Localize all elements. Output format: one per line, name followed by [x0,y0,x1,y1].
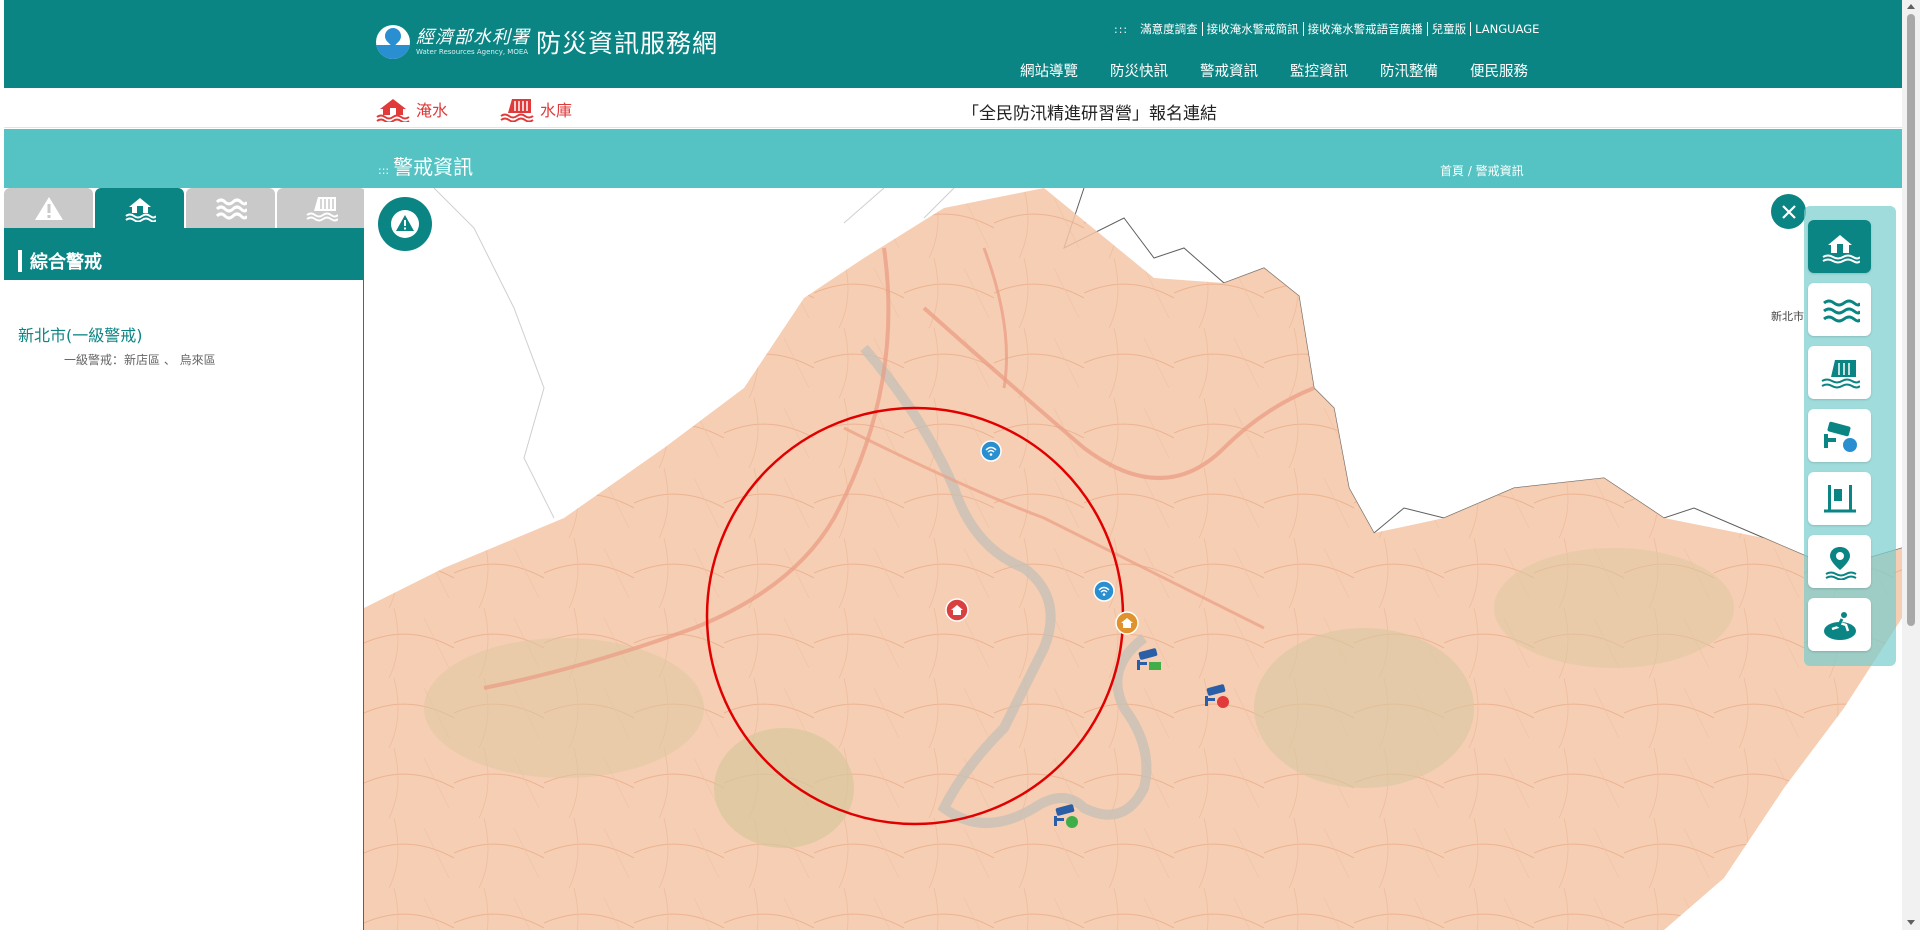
util-link-sms[interactable]: 接收淹水警戒簡訊 [1203,22,1304,36]
cctv-camera-icon[interactable] [1135,644,1165,674]
util-link-kids[interactable]: 兒童版 [1428,22,1472,36]
site-header: 經濟部水利署 Water Resources Agency, MOEA 防災資訊… [4,0,1902,88]
layer-button-reservoir[interactable] [1808,346,1871,399]
wifi-sensor-icon[interactable] [980,440,1002,462]
warning-city-link[interactable]: 新北市(一級警戒) [18,322,143,346]
layer-button-cctv[interactable] [1808,409,1871,462]
tab-water-level[interactable] [186,188,275,228]
reservoir-icon [1820,359,1860,388]
site-title: 防災資訊服務網 [536,29,719,58]
accesskey-dots[interactable]: ::: [1114,23,1128,36]
layer-button-evacuation[interactable] [1808,598,1871,651]
tab-flood[interactable] [95,188,184,228]
utility-links: ::: 滿意度調查 接收淹水警戒簡訊 接收淹水警戒語音廣播 兒童版 LANGUA… [1114,22,1543,36]
announcement-link[interactable]: 「全民防汛精進研習營」報名連結 [962,99,1217,124]
warning-detail: 一級警戒：新店區 、 烏來區 [64,353,216,367]
layer-button-flood[interactable] [1808,220,1871,273]
map-base-layer [364,188,1902,930]
warning-sidebar: 綜合警戒 新北市(一級警戒) 一級警戒：新店區 、 烏來區 [4,188,366,930]
warning-tabs [4,188,366,228]
util-link-survey[interactable]: 滿意度調查 [1136,22,1203,36]
agency-name: 經濟部水利署 [416,27,530,48]
summary-title: 綜合警戒 [30,252,102,273]
reservoir-icon [305,197,338,222]
nav-item-sitemap[interactable]: 網站導覽 [1020,60,1078,81]
page-scrollbar[interactable] [1902,0,1920,930]
map-layer-panel [1804,206,1896,666]
cctv-camera-icon[interactable] [1203,680,1233,710]
wifi-sensor-icon[interactable] [1093,580,1115,602]
quick-link-flood[interactable]: 淹水 [376,96,448,122]
nav-item-warning[interactable]: 警戒資訊 [1200,60,1258,81]
reservoir-icon [500,99,534,122]
nav-item-services[interactable]: 便民服務 [1470,60,1528,81]
map-warning-button[interactable] [378,197,432,251]
layer-button-water-gauge[interactable] [1808,472,1871,525]
map-city-label: 新北市 [1771,310,1804,323]
water-gauge-icon [1823,484,1856,512]
quick-link-flood-label: 淹水 [416,101,449,120]
evacuation-icon [1823,611,1856,640]
util-link-voice[interactable]: 接收淹水警戒語音廣播 [1304,22,1428,36]
layer-button-water-level[interactable] [1808,283,1871,336]
quick-link-reservoir-label: 水庫 [540,101,573,120]
nav-item-news[interactable]: 防災快訊 [1110,60,1168,81]
tab-warning[interactable] [4,188,93,228]
location-water-icon [1824,546,1857,580]
scroll-thumb[interactable] [1907,14,1915,626]
map-view[interactable]: 新北市 [364,188,1902,930]
agency-name-en: Water Resources Agency, MOEA [416,48,529,56]
quick-bar: 淹水 水庫 「全民防汛精進研習營」報名連結 [4,88,1902,128]
cctv-camera-icon[interactable] [1052,800,1082,830]
flood-house-icon[interactable] [1115,611,1139,635]
title-dots: ::: [378,164,390,177]
cctv-camera-icon [1823,421,1857,452]
flood-house-icon [376,99,410,122]
close-button[interactable] [1771,194,1806,229]
page-title: ::: 警戒資訊 [378,151,473,180]
flood-house-icon [1821,234,1860,263]
nav-item-preparation[interactable]: 防汛整備 [1380,60,1438,81]
breadcrumb[interactable]: 首頁 / 警戒資訊 [1440,162,1524,179]
scroll-down-arrow[interactable] [1907,920,1915,925]
page-title-text: 警戒資訊 [393,155,474,179]
agency-logo-icon [376,25,410,59]
layer-button-location[interactable] [1808,535,1871,588]
nav-item-monitor[interactable]: 監控資訊 [1290,60,1348,81]
summary-heading: 綜合警戒 [4,228,364,280]
quick-link-reservoir[interactable]: 水庫 [500,96,572,122]
warning-icon [391,210,419,238]
main-nav: 網站導覽 防災快訊 警戒資訊 監控資訊 防汛整備 便民服務 [1020,60,1528,81]
flood-house-icon [124,198,156,222]
site-logo[interactable]: 經濟部水利署 Water Resources Agency, MOEA 防災資訊… [376,24,718,60]
tab-reservoir[interactable] [277,188,366,228]
util-link-language[interactable]: LANGUAGE [1471,22,1543,36]
water-waves-icon [1822,299,1860,322]
page-title-bar: ::: 警戒資訊 首頁 / 警戒資訊 [4,129,1902,188]
scroll-up-arrow[interactable] [1907,4,1915,9]
warning-icon [34,197,63,220]
flood-house-icon[interactable] [945,598,969,622]
close-icon [1781,204,1796,219]
water-waves-icon [215,198,247,220]
